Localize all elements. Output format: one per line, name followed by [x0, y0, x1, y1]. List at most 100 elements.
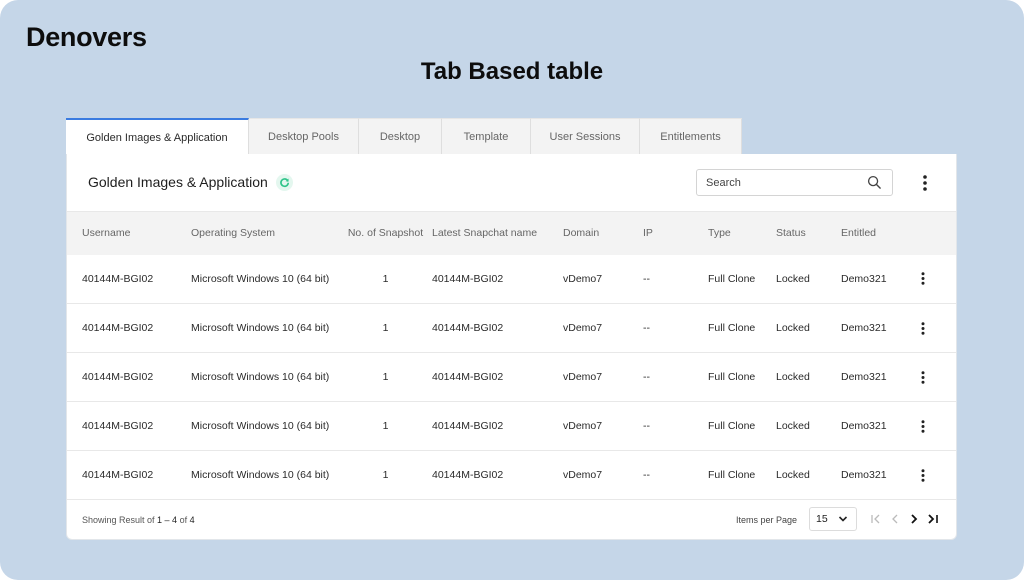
items-per-page-select[interactable]: 15 — [809, 507, 857, 531]
cell-domain: vDemo7 — [563, 322, 603, 334]
kebab-vertical-icon — [921, 419, 925, 433]
card-menu-button[interactable] — [917, 172, 933, 194]
cell-type: Full Clone — [708, 469, 756, 481]
column-header-status[interactable]: Status — [776, 212, 841, 255]
row-menu-button[interactable] — [916, 367, 930, 387]
items-per-page-label: Items per Page — [736, 515, 798, 525]
cell-os: Microsoft Windows 10 (64 bit) — [191, 371, 330, 383]
cell-username: 40144M-BGI02 — [82, 469, 154, 481]
table-header-row: Username Operating System No. of Snapsho… — [67, 211, 956, 255]
table-row[interactable]: 40144M-BGI02 Microsoft Windows 10 (64 bit… — [67, 255, 956, 304]
row-menu-button[interactable] — [916, 318, 930, 338]
cell-type: Full Clone — [708, 272, 756, 285]
tab-template[interactable]: Template — [442, 118, 531, 155]
column-header-domain[interactable]: Domain — [563, 212, 643, 255]
page-title: Tab Based table — [420, 58, 604, 85]
kebab-vertical-icon — [921, 321, 925, 335]
refresh-icon — [280, 178, 289, 188]
cell-type: Full Clone — [708, 420, 756, 432]
cell-entitled: Demo321 — [841, 371, 887, 383]
kebab-vertical-icon — [921, 468, 925, 482]
cell-username: 40144M-BGI02 — [82, 322, 154, 334]
items-per-page-value: 15 — [816, 513, 828, 525]
cell-os: Microsoft Windows 10 (64 bit) — [191, 469, 330, 481]
kebab-vertical-icon — [921, 370, 925, 384]
tab-entitlements[interactable]: Entitlements — [640, 118, 742, 155]
cell-actions — [916, 353, 956, 402]
cell-latest-snapshot: 40144M-BGI02 — [432, 371, 504, 383]
column-header-latest-snapshot[interactable]: Latest Snapchat name — [430, 212, 563, 255]
cell-actions — [916, 402, 956, 451]
chevron-down-icon — [838, 516, 848, 522]
tab-bar: Golden Images & Application Desktop Pool… — [66, 118, 742, 155]
column-header-username[interactable]: Username — [67, 212, 191, 255]
cell-ip: -- — [643, 371, 650, 383]
cell-actions — [916, 304, 956, 353]
last-page-button[interactable] — [926, 512, 939, 526]
table-footer: Showing Result of 1 – 4 of 4 Items per P… — [67, 499, 956, 539]
table-row[interactable]: 40144M-BGI02 Microsoft Windows 10 (64 bit… — [67, 402, 956, 451]
table-row[interactable]: 40144M-BGI02 Microsoft Windows 10 (64 bit… — [67, 451, 956, 500]
cell-snapshots: 1 — [382, 469, 389, 481]
cell-domain: vDemo7 — [563, 420, 603, 432]
page-canvas: Denovers Tab Based table Golden Images &… — [0, 0, 1024, 580]
cell-domain: vDemo7 — [563, 272, 603, 285]
tab-desktop-pools[interactable]: Desktop Pools — [249, 118, 359, 155]
cell-domain: vDemo7 — [563, 469, 603, 481]
column-header-entitled[interactable]: Entitled — [841, 212, 916, 255]
result-of-label: of — [177, 515, 190, 525]
brand-logo: Denovers — [26, 22, 147, 52]
kebab-vertical-icon — [923, 175, 927, 191]
search-icon[interactable] — [867, 175, 882, 195]
cell-snapshots: 1 — [382, 371, 389, 383]
cell-status: Locked — [776, 420, 810, 432]
search-input[interactable] — [706, 176, 856, 189]
result-total: 4 — [189, 515, 195, 525]
table-body: 40144M-BGI02 Microsoft Windows 10 (64 bit… — [67, 255, 956, 500]
table-row[interactable]: 40144M-BGI02 Microsoft Windows 10 (64 bit… — [67, 353, 956, 402]
card-title: Golden Images & Application — [88, 174, 268, 190]
cell-os: Microsoft Windows 10 (64 bit) — [191, 420, 330, 432]
cell-ip: -- — [643, 322, 650, 334]
cell-username: 40144M-BGI02 — [82, 371, 154, 383]
cell-username: 40144M-BGI02 — [82, 272, 154, 285]
tab-user-sessions[interactable]: User Sessions — [531, 118, 640, 155]
next-page-button[interactable] — [907, 512, 920, 526]
column-header-actions — [916, 212, 956, 255]
cell-snapshots: 1 — [382, 322, 389, 334]
cell-ip: -- — [643, 469, 650, 481]
tab-golden-images[interactable]: Golden Images & Application — [66, 118, 249, 155]
column-header-snapshots[interactable]: No. of Snapshot — [341, 212, 430, 255]
kebab-vertical-icon — [921, 272, 925, 285]
cell-entitled: Demo321 — [841, 272, 887, 285]
cell-entitled: Demo321 — [841, 469, 887, 481]
table-row[interactable]: 40144M-BGI02 Microsoft Windows 10 (64 bit… — [67, 304, 956, 353]
data-table: Username Operating System No. of Snapsho… — [67, 211, 956, 500]
cell-snapshots: 1 — [382, 420, 389, 432]
cell-entitled: Demo321 — [841, 420, 887, 432]
cell-snapshots: 1 — [382, 272, 389, 285]
cell-ip: -- — [643, 272, 650, 285]
first-page-button[interactable] — [869, 512, 882, 526]
cell-ip: -- — [643, 420, 650, 432]
row-menu-button[interactable] — [916, 269, 930, 289]
cell-actions — [916, 451, 956, 500]
cell-latest-snapshot: 40144M-BGI02 — [432, 272, 504, 285]
cell-type: Full Clone — [708, 371, 756, 383]
cell-domain: vDemo7 — [563, 371, 603, 383]
cell-entitled: Demo321 — [841, 322, 887, 334]
row-menu-button[interactable] — [916, 416, 930, 436]
table-card: Golden Images & Application Search Usern… — [66, 154, 957, 540]
tab-desktop[interactable]: Desktop — [359, 118, 442, 155]
cell-status: Locked — [776, 272, 810, 285]
cell-status: Locked — [776, 371, 810, 383]
result-range: 1 – 4 — [157, 515, 178, 525]
column-header-ip[interactable]: IP — [643, 212, 708, 255]
row-menu-button[interactable] — [916, 465, 930, 485]
column-header-os[interactable]: Operating System — [191, 212, 341, 255]
result-summary: Showing Result of 1 – 4 of 4 — [82, 515, 195, 525]
prev-page-button[interactable] — [888, 512, 901, 526]
refresh-button[interactable] — [276, 174, 293, 191]
column-header-type[interactable]: Type — [708, 212, 776, 255]
first-page-icon — [870, 514, 879, 524]
